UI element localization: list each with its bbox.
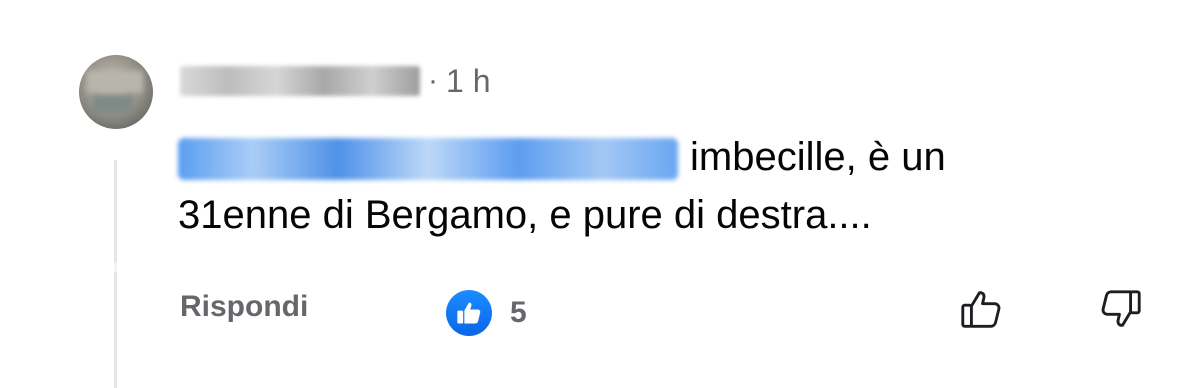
avatar[interactable]	[79, 55, 153, 129]
reaction-summary[interactable]: 5	[446, 290, 527, 336]
mention-redacted[interactable]	[178, 138, 678, 181]
author-name-redacted[interactable]	[180, 66, 420, 96]
reply-button[interactable]: Rispondi	[180, 290, 308, 324]
comment-text-line1: imbecille, è un	[690, 135, 946, 179]
timestamp[interactable]: 1 h	[446, 63, 490, 100]
thumbs-up-icon	[446, 290, 492, 336]
comment-header: · 1 h	[180, 56, 490, 106]
comment-text: imbecille, è un 31enne di Bergamo, e pur…	[178, 128, 1078, 244]
thumbs-up-outline-icon[interactable]	[956, 284, 1006, 334]
thumbs-down-outline-icon[interactable]	[1096, 284, 1146, 334]
thread-connector	[114, 262, 117, 272]
like-count: 5	[510, 296, 527, 329]
comment-text-line2: 31enne di Bergamo, e pure di destra....	[178, 193, 872, 237]
thread-line	[114, 160, 117, 388]
separator: ·	[428, 64, 438, 97]
